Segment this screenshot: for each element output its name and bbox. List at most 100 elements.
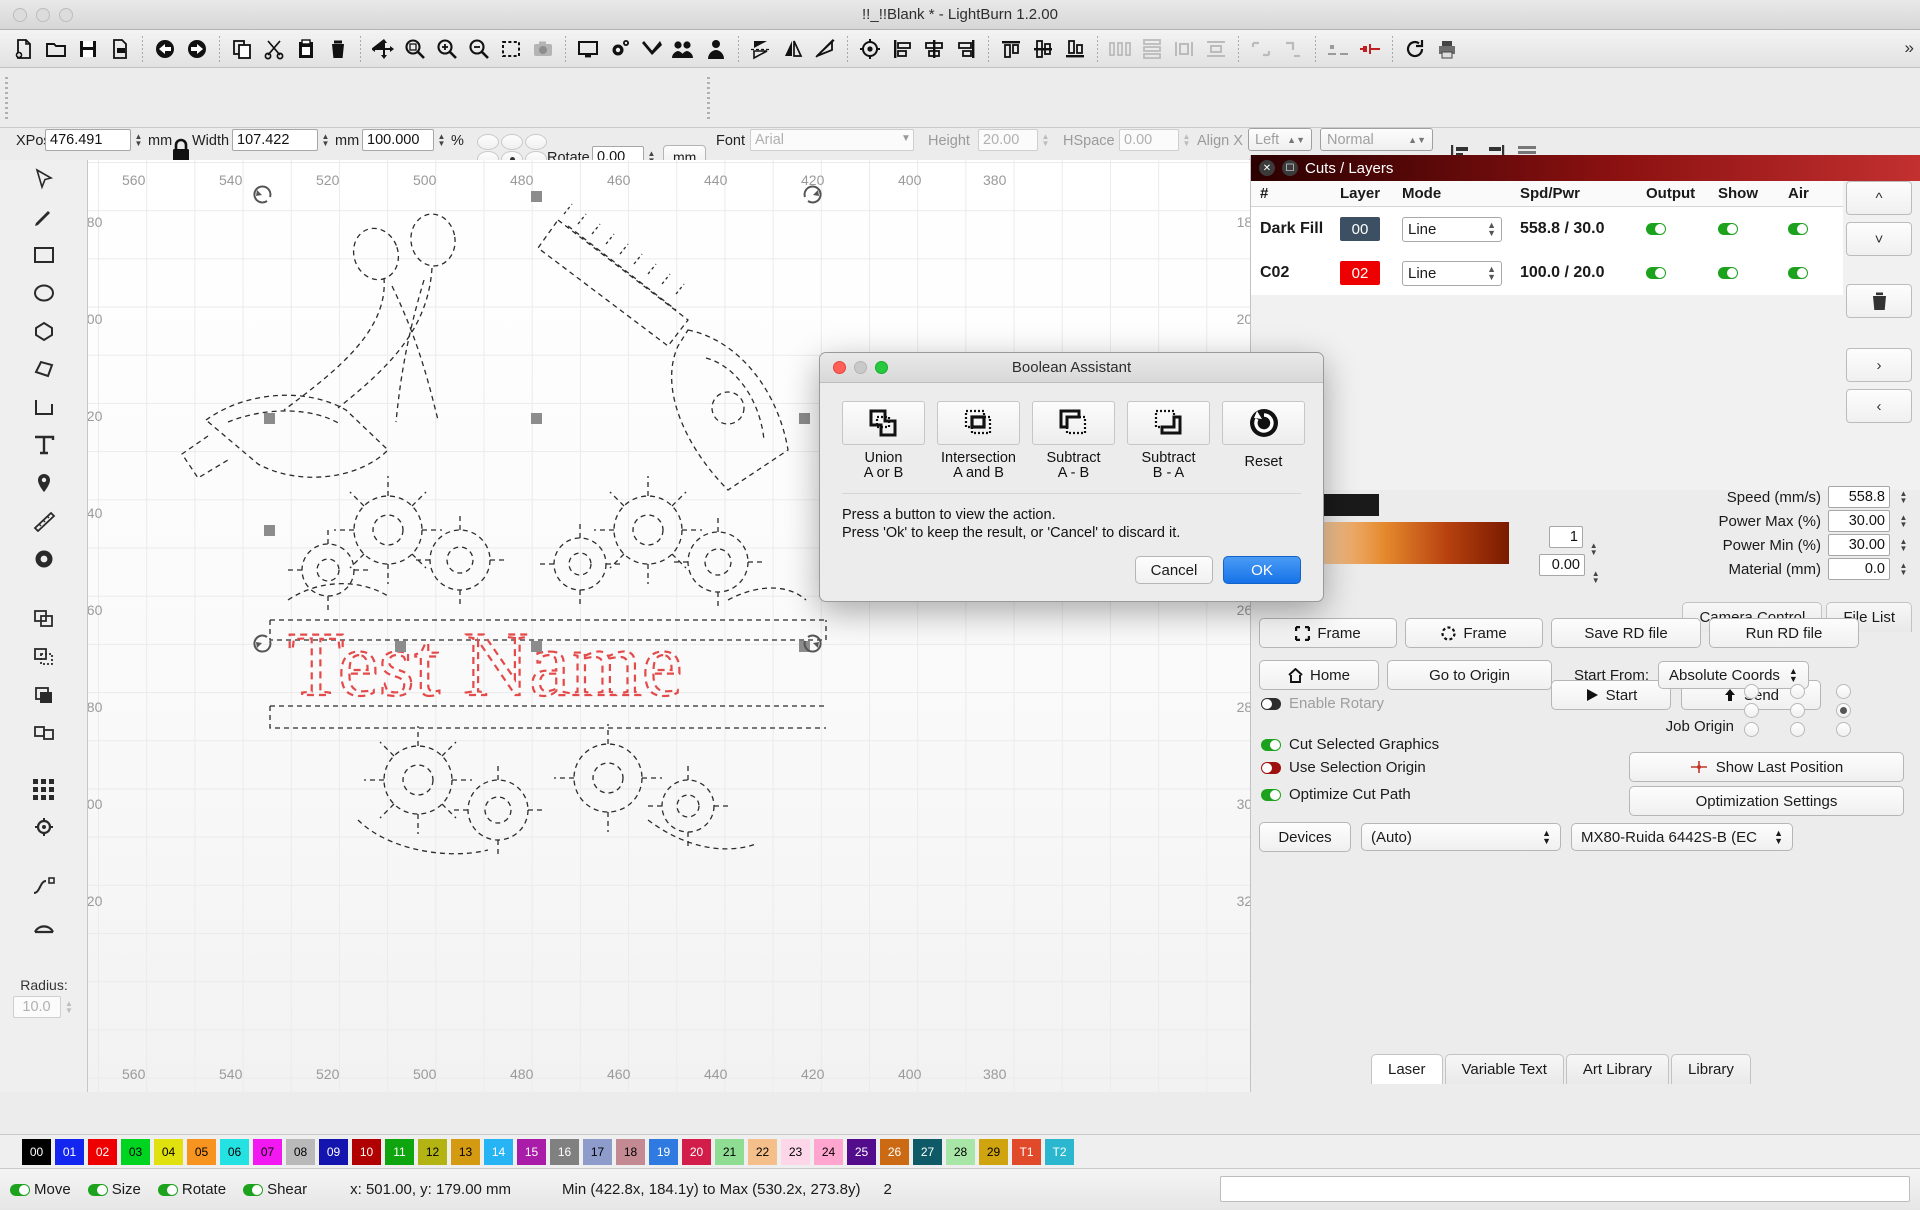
palette-swatch-T1[interactable]: T1 [1012, 1138, 1041, 1165]
align-center-h-icon[interactable] [918, 34, 950, 64]
width-stepper[interactable]: ▲ ▼ [319, 129, 332, 151]
rectangle-icon[interactable] [0, 236, 88, 274]
tab-variable-text[interactable]: Variable Text [1444, 1054, 1564, 1084]
job-origin-tc[interactable] [1790, 684, 1805, 699]
palette-swatch-05[interactable]: 05 [187, 1138, 216, 1165]
tools-wrench-icon[interactable] [636, 34, 668, 64]
tab-laser[interactable]: Laser [1371, 1054, 1443, 1084]
row-output-toggle[interactable] [1637, 264, 1709, 282]
toolbar-group-mirror[interactable] [745, 34, 841, 64]
boolean-weld-icon[interactable] [0, 676, 88, 714]
radius-control[interactable]: Radius: 10.0 ▲ ▼ [0, 977, 88, 1018]
toolbar-group-nodes[interactable] [1322, 34, 1386, 64]
power-max-input[interactable]: 30.00 [1828, 510, 1890, 532]
marquee-select-icon[interactable] [495, 34, 527, 64]
palette-swatch-19[interactable]: 19 [649, 1138, 678, 1165]
palette-swatch-22[interactable]: 22 [748, 1138, 777, 1165]
row-show-toggle[interactable] [1709, 264, 1779, 282]
job-origin-mc[interactable] [1790, 703, 1805, 718]
pass-count-input[interactable]: 1 [1549, 526, 1583, 548]
palette-swatch-01[interactable]: 01 [55, 1138, 84, 1165]
zoom-fit-icon[interactable] [399, 34, 431, 64]
power-min-input[interactable]: 30.00 [1828, 534, 1890, 556]
flip-vertical-icon[interactable] [745, 34, 777, 64]
palette-swatch-17[interactable]: 17 [583, 1138, 612, 1165]
dialog-buttons[interactable]: Cancel OK [1135, 556, 1301, 584]
use-selection-origin-toggle[interactable] [1261, 761, 1281, 774]
gear-array-icon[interactable] [0, 808, 88, 846]
group-icon[interactable] [668, 34, 700, 64]
interval-input[interactable]: 0.00 [1539, 554, 1585, 576]
enable-rotary-row[interactable]: Enable Rotary [1261, 695, 1384, 712]
zoom-in-icon[interactable] [431, 34, 463, 64]
row-air-toggle[interactable] [1779, 264, 1839, 282]
select-arrow-icon[interactable] [0, 160, 88, 198]
boolean-union-icon[interactable] [0, 638, 88, 676]
settings-gear-icon[interactable] [604, 34, 636, 64]
toolbar-group-view[interactable] [367, 34, 559, 64]
design-canvas[interactable]: 560 540 520 500 480 460 440 420 400 380 … [88, 160, 1270, 1092]
palette-swatch-11[interactable]: 11 [385, 1138, 414, 1165]
ellipse-icon[interactable] [0, 274, 88, 312]
distribute-v-icon[interactable] [1136, 34, 1168, 64]
devices-button[interactable]: Devices [1259, 822, 1351, 852]
layer-side-buttons[interactable]: ^ ˅ › ‹ [1846, 181, 1912, 430]
frame-button[interactable]: Frame [1259, 618, 1397, 648]
boolean-union-icon[interactable] [842, 401, 925, 445]
palette-swatch-24[interactable]: 24 [814, 1138, 843, 1165]
status-rotate[interactable]: Rotate [157, 1181, 226, 1198]
anchor-top-center[interactable] [501, 134, 523, 150]
job-origin-ml[interactable] [1744, 703, 1759, 718]
mirror-diagonal-icon[interactable] [809, 34, 841, 64]
table-row[interactable]: C02 02 Line ▲ ▼ 100.0 / 20.0 [1251, 251, 1843, 295]
width-input[interactable]: 107.422 [232, 129, 318, 151]
rotate-handle-top-right[interactable] [800, 182, 822, 204]
drag-handle[interactable] [5, 77, 8, 119]
selection-handle-bottom-center[interactable] [531, 641, 542, 652]
measure-ruler-icon[interactable] [0, 502, 88, 540]
palette-swatch-13[interactable]: 13 [451, 1138, 480, 1165]
palette-swatch-16[interactable]: 16 [550, 1138, 579, 1165]
rotate-handle-bottom-left[interactable] [253, 634, 275, 656]
align-bottom-icon[interactable] [1059, 34, 1091, 64]
palette-swatch-23[interactable]: 23 [781, 1138, 810, 1165]
array-copy-icon[interactable] [0, 714, 88, 752]
cut-selected-toggle[interactable] [1261, 738, 1281, 751]
tab-library[interactable]: Library [1671, 1054, 1751, 1084]
corner-icon[interactable] [1277, 34, 1309, 64]
closed-path-icon[interactable] [0, 350, 88, 388]
bottom-tabs[interactable]: Laser Variable Text Art Library Library [1251, 1054, 1920, 1084]
xpos-stepper[interactable]: ▲ ▼ [132, 129, 145, 151]
row-layer-chip[interactable]: 00 [1331, 217, 1393, 241]
selection-handle-left-lower[interactable] [264, 525, 275, 536]
boolean-assistant-dialog[interactable]: Boolean Assistant Union A or B Intersect… [819, 352, 1324, 602]
boolean-subtract-ab-icon[interactable] [1032, 401, 1115, 445]
selection-handle-middle-left[interactable] [264, 413, 275, 424]
align-middle-icon[interactable] [1027, 34, 1059, 64]
palette-swatch-26[interactable]: 26 [880, 1138, 909, 1165]
job-origin-bc[interactable] [1790, 722, 1805, 737]
offset-icon[interactable] [1354, 34, 1386, 64]
move-up-icon[interactable]: ^ [1846, 181, 1912, 215]
enable-rotary-toggle[interactable] [1261, 697, 1281, 710]
frame-row[interactable]: Frame Frame Save RD file Run RD file [1259, 618, 1859, 648]
boolean-subtract-ab-item[interactable]: Subtract A - B [1032, 401, 1115, 481]
use-selection-origin-row[interactable]: Use Selection Origin [1261, 759, 1426, 776]
anchor-top-left[interactable] [477, 134, 499, 150]
palette-swatch-25[interactable]: 25 [847, 1138, 876, 1165]
undock-icon[interactable]: ☐ [1282, 160, 1298, 176]
boolean-subtract-ba-item[interactable]: Subtract B - A [1127, 401, 1210, 481]
job-origin-bl[interactable] [1744, 722, 1759, 737]
home-origin-row[interactable]: Home Go to Origin Start From: Absolute C… [1259, 660, 1809, 690]
text-height-input[interactable]: 20.00 [978, 129, 1038, 151]
copy-icon[interactable] [226, 34, 258, 64]
palette-swatch-28[interactable]: 28 [946, 1138, 975, 1165]
palette-swatch-04[interactable]: 04 [154, 1138, 183, 1165]
palette-swatch-09[interactable]: 09 [319, 1138, 348, 1165]
distribute-h-icon[interactable] [1104, 34, 1136, 64]
optimize-row[interactable]: Optimize Cut Path [1261, 786, 1411, 803]
polygon-icon[interactable] [0, 312, 88, 350]
palette-swatch-21[interactable]: 21 [715, 1138, 744, 1165]
alignx-select[interactable]: Left ▲▼ [1248, 128, 1312, 151]
devices-row[interactable]: Devices (Auto) ▲ ▼ MX80-Ruida 6442S-B (EC… [1259, 822, 1793, 852]
